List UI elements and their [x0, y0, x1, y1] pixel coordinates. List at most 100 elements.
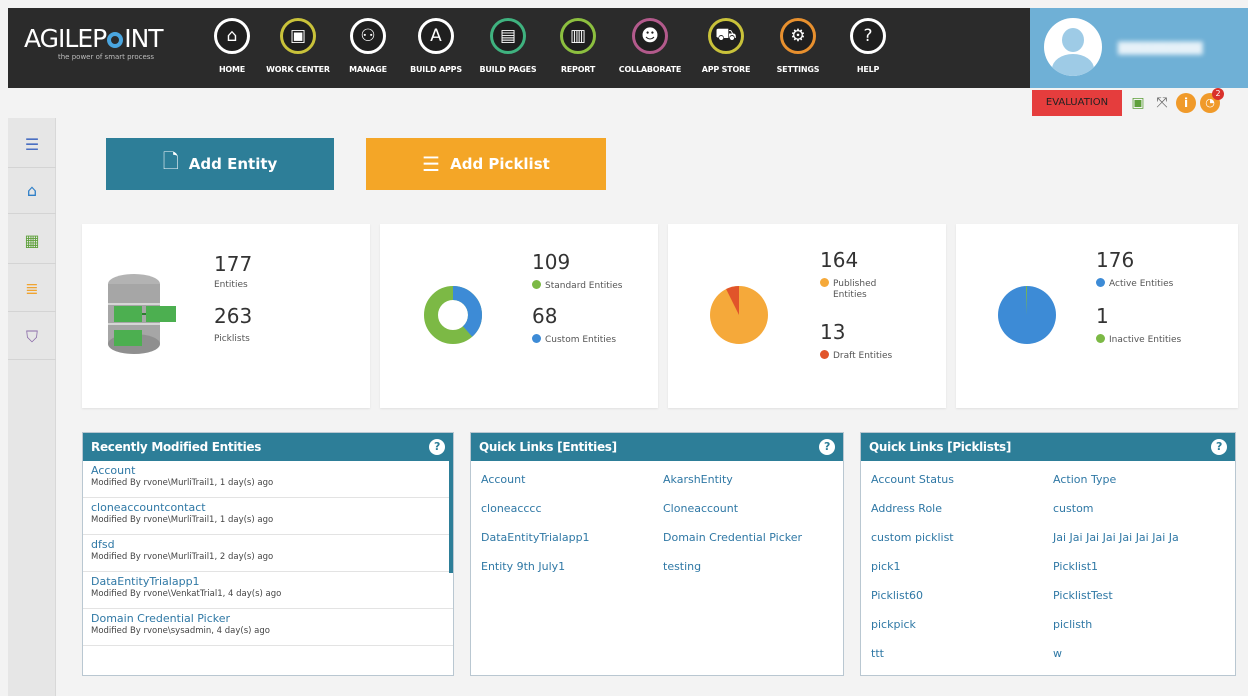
help-icon[interactable]: ? — [1211, 439, 1227, 455]
recent-entity-name[interactable]: Domain Credential Picker — [91, 612, 445, 625]
quick-link-entity[interactable]: DataEntityTrialapp1 — [481, 531, 590, 544]
recent-entity-row[interactable]: cloneaccountcontact Modified By rvone\Mur… — [83, 498, 453, 535]
recent-list-scrollbar[interactable] — [449, 461, 453, 573]
quick-link-picklist[interactable]: custom picklist — [871, 531, 954, 544]
work-center-icon: ▣ — [280, 18, 316, 54]
menu-icon[interactable]: ☰ — [8, 122, 56, 168]
add-entity-button[interactable]: 🗋 Add Entity — [106, 138, 334, 190]
logo-ring-icon — [107, 31, 124, 48]
nav-build-apps[interactable]: A BUILD APPS — [400, 18, 472, 74]
active-inactive-card: 176 Active Entities 1 Inactive Entities — [956, 224, 1238, 408]
user-name-blurred: ██████████ — [1118, 42, 1203, 55]
quick-link-picklist[interactable]: Jai Jai Jai Jai Jai Jai Jai Ja — [1053, 531, 1179, 544]
recent-entity-modified-by: Modified By rvone\MurliTrail1, 1 day(s) … — [91, 515, 274, 525]
avatar[interactable] — [1044, 18, 1102, 76]
picklists-label: Picklists — [214, 334, 250, 344]
add-picklist-button[interactable]: ☰ Add Picklist — [366, 138, 606, 190]
quick-links-entities-header: Quick Links [Entities] ? — [471, 433, 843, 461]
quick-link-entity[interactable]: AkarshEntity — [663, 473, 733, 486]
quick-link-picklist[interactable]: PicklistTest — [1053, 589, 1113, 602]
quick-link-picklist[interactable]: custom — [1053, 502, 1094, 515]
add-document-icon: 🗋 — [162, 149, 179, 173]
nav-manage[interactable]: ⚇ MANAGE — [332, 18, 404, 74]
published-draft-card: 164 Published Entities 13 Draft Entities — [668, 224, 946, 408]
info-icon[interactable]: i — [1176, 93, 1196, 113]
standard-legend: Standard Entities — [532, 280, 622, 291]
quick-link-picklist[interactable]: Picklist60 — [871, 589, 923, 602]
help-icon[interactable]: ? — [429, 439, 445, 455]
quick-link-picklist[interactable]: Account Status — [871, 473, 954, 486]
nav-label: REPORT — [560, 65, 596, 74]
notification-count-badge: 2 — [1212, 88, 1224, 100]
recent-entity-name[interactable]: DataEntityTrialapp1 — [91, 575, 445, 588]
recent-entity-modified-by: Modified By rvone\sysadmin, 4 day(s) ago — [91, 626, 270, 636]
nav-build-pages[interactable]: ▤ BUILD PAGES — [472, 18, 544, 74]
recent-entity-row[interactable]: dfsd Modified By rvone\MurliTrail1, 2 day… — [83, 535, 453, 572]
nav-work-center[interactable]: ▣ WORK CENTER — [262, 18, 334, 74]
sidebar-list-icon[interactable]: ≣ — [8, 266, 56, 312]
nav-report[interactable]: ▥ REPORT — [542, 18, 614, 74]
nav-label: BUILD PAGES — [479, 65, 537, 74]
nav-settings[interactable]: ⚙ SETTINGS — [762, 18, 834, 74]
quick-link-entity[interactable]: Account — [481, 473, 525, 486]
nav-label: APP STORE — [701, 65, 751, 74]
recent-entity-row[interactable]: Domain Credential Picker Modified By rvon… — [83, 609, 453, 646]
nav-label: COLLABORATE — [618, 65, 682, 74]
picklists-count: 263 — [214, 304, 253, 328]
recent-entity-row[interactable]: Account Modified By rvone\MurliTrail1, 1 … — [83, 461, 453, 498]
recently-modified-list[interactable]: Account Modified By rvone\MurliTrail1, 1 … — [83, 461, 453, 646]
sidebar-home-icon[interactable]: ⌂ — [8, 168, 56, 214]
draft-label: Draft Entities — [833, 351, 893, 361]
quick-link-picklist[interactable]: pick1 — [871, 560, 900, 573]
quick-link-entity[interactable]: Domain Credential Picker — [663, 531, 802, 544]
quick-link-picklist[interactable]: Picklist1 — [1053, 560, 1098, 573]
recent-entity-name[interactable]: Account — [91, 464, 445, 477]
sidebar-shield-icon[interactable]: ⛉ — [8, 314, 56, 360]
help-icon[interactable]: ? — [819, 439, 835, 455]
quick-link-picklist[interactable]: ttt — [871, 647, 884, 660]
monitor-icon[interactable]: ▣ — [1128, 93, 1148, 113]
published-draft-pie — [710, 286, 768, 344]
active-legend: Active Entities — [1096, 278, 1173, 289]
recent-entity-name[interactable]: cloneaccountcontact — [91, 501, 445, 514]
top-nav-bar: AGILEP INT the power of smart process ⌂ HO… — [8, 8, 1030, 88]
agilepoint-logo[interactable]: AGILEP INT the power of smart process — [24, 24, 164, 61]
build-pages-icon: ▤ — [490, 18, 526, 54]
custom-legend: Custom Entities — [532, 334, 616, 345]
home-icon: ⌂ — [214, 18, 250, 54]
quick-link-entity[interactable]: Entity 9th July1 — [481, 560, 565, 573]
standard-custom-donut — [424, 286, 482, 344]
nav-home[interactable]: ⌂ HOME — [196, 18, 268, 74]
quick-link-entity[interactable]: testing — [663, 560, 701, 573]
inactive-label: Inactive Entities — [1109, 335, 1182, 345]
quick-links-entities-title: Quick Links [Entities] — [479, 440, 617, 454]
app-root: AGILEP INT the power of smart process ⌂ HO… — [0, 0, 1248, 696]
recent-entity-name[interactable]: dfsd — [91, 538, 445, 551]
logo-text-start: AGILEP — [24, 24, 107, 53]
recent-entity-modified-by: Modified By rvone\VenkatTrial1, 4 day(s)… — [91, 589, 282, 599]
standard-label: Standard Entities — [545, 281, 623, 291]
nav-app-store[interactable]: ⛟ APP STORE — [690, 18, 762, 74]
quick-link-picklist[interactable]: piclisth — [1053, 618, 1092, 631]
quick-link-entity[interactable]: cloneacccc — [481, 502, 542, 515]
nav-label: HOME — [218, 65, 246, 74]
recent-entity-row[interactable]: DataEntityTrialapp1 Modified By rvone\Ven… — [83, 572, 453, 609]
quick-link-picklist[interactable]: Action Type — [1053, 473, 1116, 486]
quick-link-picklist[interactable]: w — [1053, 647, 1062, 660]
quick-link-picklist[interactable]: Address Role — [871, 502, 942, 515]
quick-link-picklist[interactable]: pickpick — [871, 618, 916, 631]
sidebar-grid-icon[interactable]: ▦ — [8, 218, 56, 264]
published-count: 164 — [820, 248, 859, 272]
left-sidebar: ☰ ⌂ ▦ ≣ ⛉ — [8, 118, 56, 696]
user-profile-box[interactable]: ██████████ — [1030, 8, 1248, 88]
nav-label: BUILD APPS — [410, 65, 462, 74]
nav-collaborate[interactable]: ☻ COLLABORATE — [614, 18, 686, 74]
nav-label: SETTINGS — [776, 65, 820, 74]
nav-help[interactable]: ? HELP — [832, 18, 904, 74]
nav-label: WORK CENTER — [266, 65, 330, 74]
expand-icon[interactable]: ⤧ — [1152, 93, 1172, 113]
help-icon: ? — [850, 18, 886, 54]
draft-legend: Draft Entities — [820, 350, 892, 361]
logo-text-end: INT — [124, 24, 163, 53]
quick-link-entity[interactable]: Cloneaccount — [663, 502, 738, 515]
